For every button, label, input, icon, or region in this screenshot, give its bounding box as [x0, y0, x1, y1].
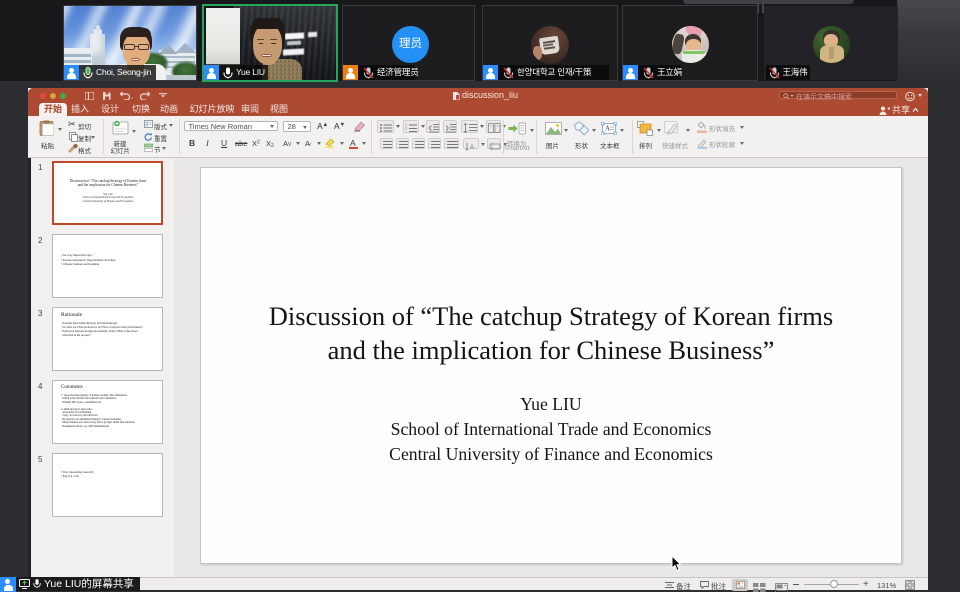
svg-text:A: A: [605, 124, 610, 132]
svg-text:A: A: [470, 145, 474, 151]
svg-text:2: 2: [405, 127, 407, 131]
